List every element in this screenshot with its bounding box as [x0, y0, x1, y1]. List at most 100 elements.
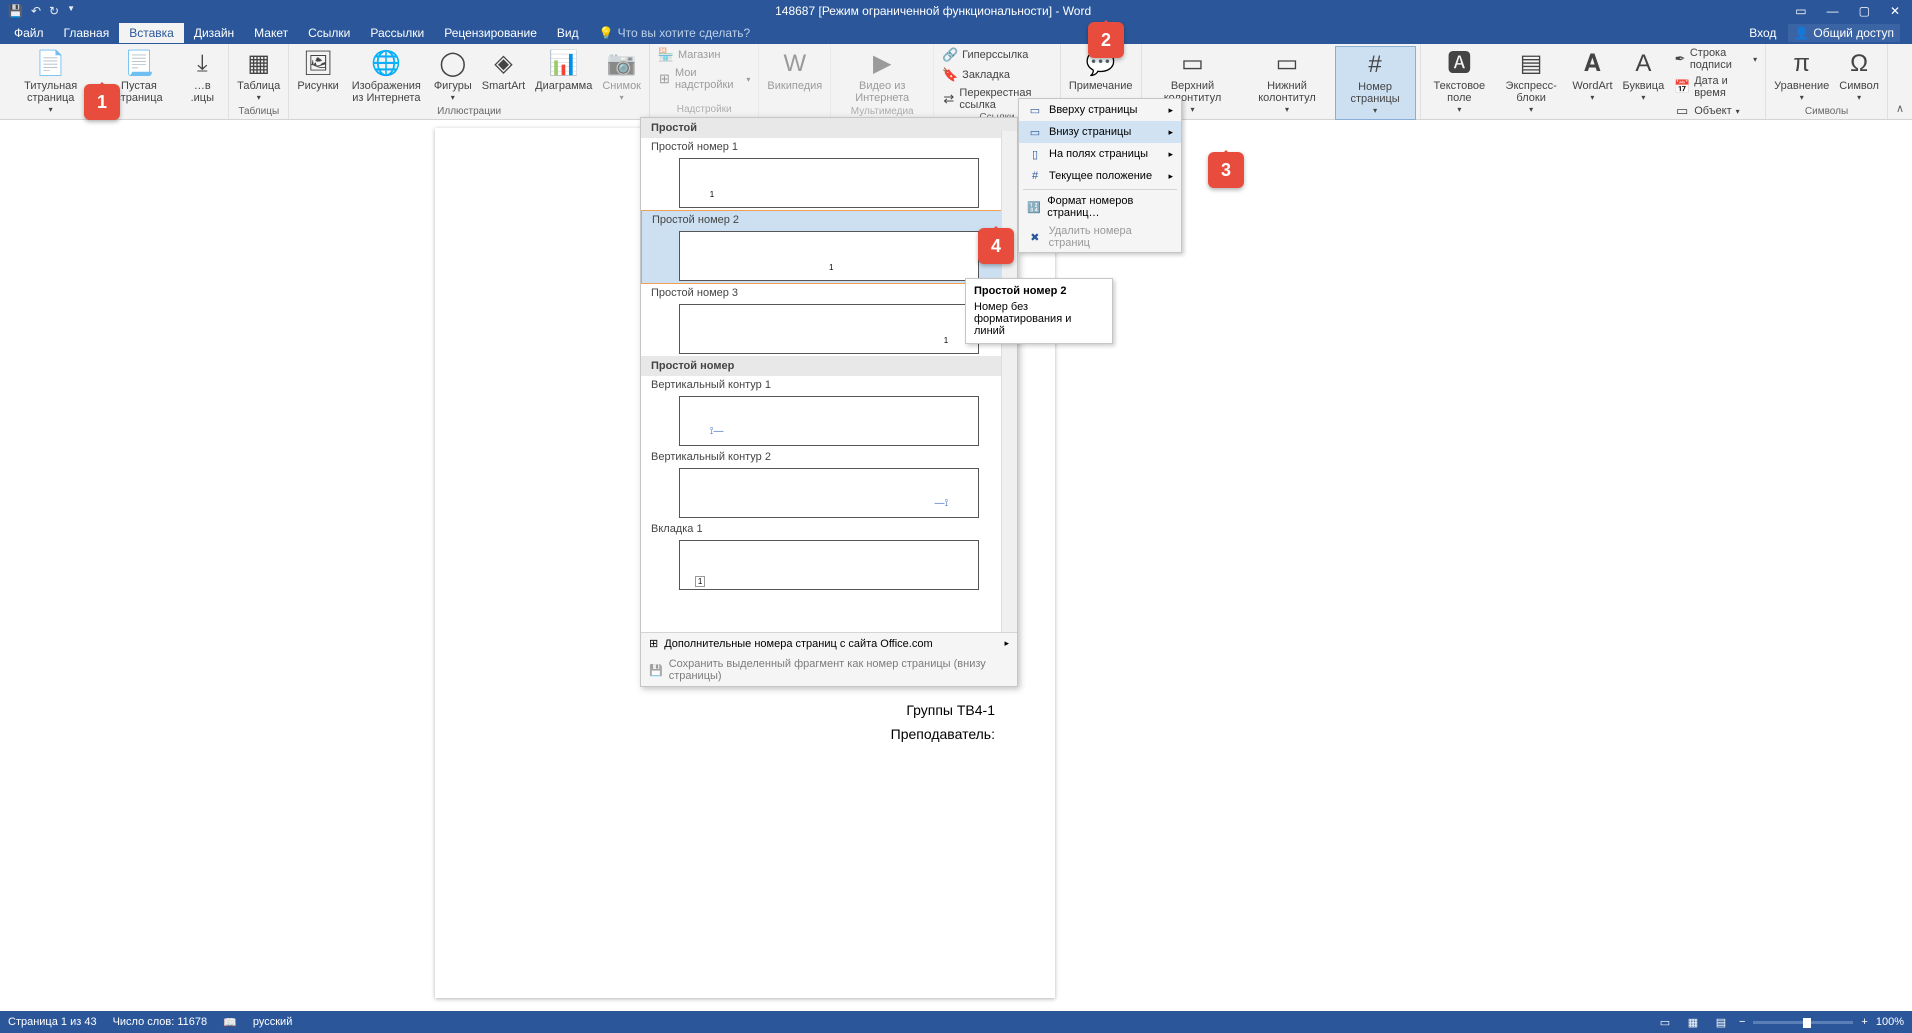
- tab-home[interactable]: Главная: [54, 23, 120, 43]
- menu-separator: [1023, 189, 1177, 190]
- preview-simple-2: 1: [679, 231, 979, 281]
- wordart-button[interactable]: 𝐀WordArt▾: [1568, 46, 1616, 106]
- tab-insert[interactable]: Вставка: [119, 23, 184, 43]
- tab-file[interactable]: Файл: [4, 23, 54, 43]
- status-language[interactable]: русский: [253, 1016, 292, 1028]
- dropcap-icon: A: [1627, 48, 1659, 80]
- view-print-layout-icon[interactable]: ▦: [1683, 1014, 1703, 1030]
- share-button[interactable]: 👤 Общий доступ: [1788, 24, 1900, 42]
- gallery-item-tab-1[interactable]: Вкладка 1 1: [641, 520, 1017, 590]
- tab-view[interactable]: Вид: [547, 23, 589, 43]
- collapse-ribbon-icon[interactable]: ∧: [1888, 98, 1912, 119]
- footer-icon: ▭: [1271, 48, 1303, 80]
- dropcap-button[interactable]: AБуквица▾: [1619, 46, 1669, 106]
- tab-review[interactable]: Рецензирование: [434, 23, 547, 43]
- textbox-icon: 🅰: [1443, 48, 1475, 80]
- zoom-in-button[interactable]: +: [1861, 1016, 1867, 1028]
- tooltip-description: Номер без форматирования и линий: [974, 301, 1104, 337]
- smartart-button[interactable]: ◈SmartArt: [478, 46, 529, 94]
- page-number-gallery: Простой Простой номер 1 1 Простой номер …: [640, 117, 1018, 687]
- undo-icon[interactable]: ↶: [31, 4, 41, 18]
- tab-design[interactable]: Дизайн: [184, 23, 244, 43]
- tooltip-title: Простой номер 2: [974, 285, 1104, 297]
- qat-dropdown-icon[interactable]: ▼: [67, 4, 75, 18]
- zoom-level[interactable]: 100%: [1876, 1016, 1904, 1028]
- tell-me-search[interactable]: 💡 Что вы хотите сделать?: [599, 26, 751, 40]
- equation-icon: π: [1786, 48, 1818, 80]
- tab-references[interactable]: Ссылки: [298, 23, 360, 43]
- shapes-button[interactable]: ◯Фигуры▾: [430, 46, 476, 106]
- gallery-more-from-office[interactable]: ⊞Дополнительные номера страниц с сайта O…: [641, 633, 1017, 654]
- gallery-scrollbar[interactable]: [1001, 131, 1017, 641]
- menu-current-position[interactable]: #Текущее положение▸: [1019, 165, 1181, 187]
- doc-text: Группы ТВ4-1: [495, 702, 995, 718]
- tab-layout[interactable]: Макет: [244, 23, 298, 43]
- view-read-mode-icon[interactable]: ▭: [1655, 1014, 1675, 1030]
- status-word-count[interactable]: Число слов: 11678: [113, 1016, 208, 1028]
- addins-icon: ⊞: [658, 71, 671, 87]
- zoom-out-button[interactable]: −: [1739, 1016, 1745, 1028]
- preview-simple-3: 1: [679, 304, 979, 354]
- gallery-item-simple-3[interactable]: Простой номер 3 1: [641, 284, 1017, 354]
- online-pictures-icon: 🌐: [370, 48, 402, 80]
- crossref-icon: ⇄: [942, 91, 955, 107]
- window-title: 148687 [Режим ограниченной функционально…: [83, 4, 1783, 18]
- my-addins-button: ⊞Мои надстройки▾: [654, 66, 754, 92]
- page-break-button[interactable]: ⤓…в .ицы: [180, 46, 224, 106]
- status-page[interactable]: Страница 1 из 43: [8, 1016, 97, 1028]
- preview-vertical-1: ⟟—: [679, 396, 979, 446]
- online-pictures-button[interactable]: 🌐Изображения из Интернета: [345, 46, 428, 106]
- chart-button[interactable]: 📊Диаграмма: [531, 46, 596, 94]
- gallery-item-simple-1[interactable]: Простой номер 1 1: [641, 138, 1017, 208]
- bookmark-button[interactable]: 🔖Закладка: [938, 66, 1056, 84]
- hyperlink-button[interactable]: 🔗Гиперссылка: [938, 46, 1056, 64]
- office-icon: ⊞: [649, 637, 658, 650]
- footer-button[interactable]: ▭Нижний колонтитул▾: [1241, 46, 1332, 118]
- datetime-icon: 📅: [1674, 79, 1690, 95]
- preview-simple-1: 1: [679, 158, 979, 208]
- minimize-icon[interactable]: —: [1827, 4, 1839, 18]
- zoom-slider[interactable]: [1753, 1021, 1853, 1024]
- view-web-layout-icon[interactable]: ▤: [1711, 1014, 1731, 1030]
- format-icon: 🔢: [1027, 199, 1041, 215]
- gallery-section-simple-number: Простой номер: [641, 356, 1017, 376]
- status-spellcheck-icon[interactable]: 📖: [223, 1016, 237, 1029]
- page-number-button[interactable]: #Номер страницы▾: [1335, 46, 1416, 120]
- object-button[interactable]: ▭Объект▾: [1670, 102, 1761, 120]
- menu-top-of-page[interactable]: ▭Вверху страницы▸: [1019, 99, 1181, 121]
- equation-button[interactable]: πУравнение▾: [1770, 46, 1833, 106]
- gallery-item-vertical-2[interactable]: Вертикальный контур 2 —⟟: [641, 448, 1017, 518]
- pictures-icon: 🖼: [302, 48, 334, 80]
- quickparts-button[interactable]: ▤Экспресс-блоки▾: [1496, 46, 1566, 118]
- screenshot-button: 📷Снимок▾: [598, 46, 645, 106]
- menu-format-page-numbers[interactable]: 🔢Формат номеров страниц…: [1019, 192, 1181, 222]
- symbol-button[interactable]: ΩСимвол▾: [1835, 46, 1883, 106]
- date-time-button[interactable]: 📅Дата и время: [1670, 74, 1761, 100]
- symbol-icon: Ω: [1843, 48, 1875, 80]
- signature-line-button[interactable]: ✒Строка подписи▾: [1670, 46, 1761, 72]
- header-icon: ▭: [1176, 48, 1208, 80]
- maximize-icon[interactable]: ▢: [1859, 4, 1870, 18]
- callout-3: 3: [1208, 152, 1244, 188]
- page-top-icon: ▭: [1027, 102, 1043, 118]
- page-break-icon: ⤓: [186, 48, 218, 80]
- ribbon-display-icon[interactable]: ▭: [1795, 4, 1806, 18]
- tab-mailings[interactable]: Рассылки: [360, 23, 434, 43]
- menu-page-margins[interactable]: ▯На полях страницы▸: [1019, 143, 1181, 165]
- blank-page-icon: 📃: [123, 48, 155, 80]
- pictures-button[interactable]: 🖼Рисунки: [293, 46, 343, 94]
- menu-bottom-of-page[interactable]: ▭Внизу страницы▸: [1019, 121, 1181, 143]
- table-button[interactable]: ▦Таблица▾: [233, 46, 284, 106]
- illustrations-group-label: Иллюстрации: [293, 106, 645, 119]
- textbox-button[interactable]: 🅰Текстовое поле▾: [1425, 46, 1494, 118]
- redo-icon[interactable]: ↻: [49, 4, 59, 18]
- save-icon[interactable]: 💾: [8, 4, 23, 18]
- gallery-item-vertical-1[interactable]: Вертикальный контур 1 ⟟—: [641, 376, 1017, 446]
- login-link[interactable]: Вход: [1749, 26, 1776, 40]
- gallery-tooltip: Простой номер 2 Номер без форматирования…: [965, 278, 1113, 344]
- gallery-section-simple: Простой: [641, 118, 1017, 138]
- save-selection-icon: 💾: [649, 664, 663, 677]
- close-icon[interactable]: ✕: [1890, 4, 1900, 18]
- gallery-item-simple-2[interactable]: Простой номер 2 1: [641, 210, 1017, 284]
- preview-vertical-2: —⟟: [679, 468, 979, 518]
